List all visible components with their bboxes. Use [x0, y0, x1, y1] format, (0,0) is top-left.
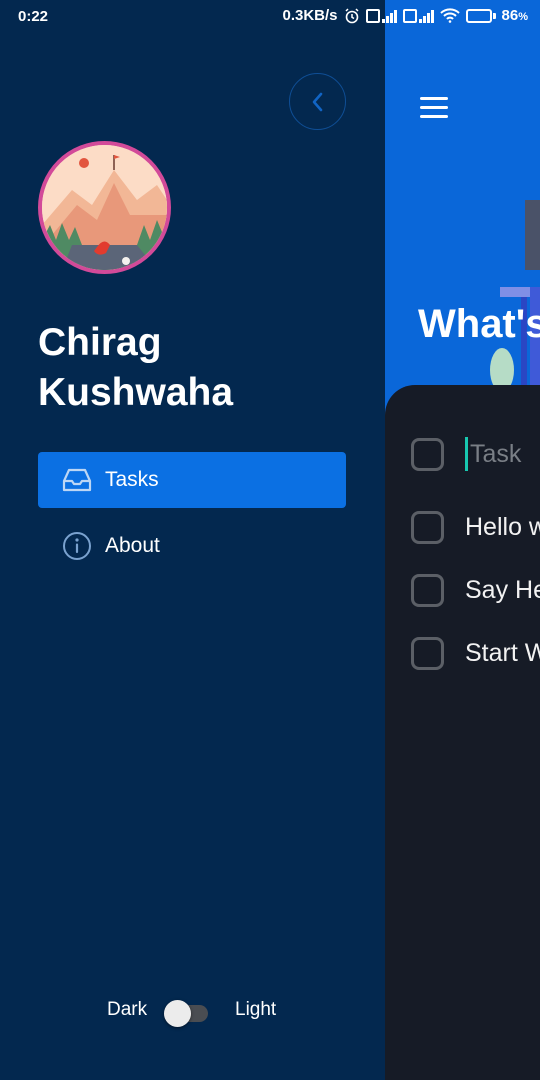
alarm-icon	[345, 7, 359, 23]
status-icons: 0.3KB/s 86%	[283, 7, 529, 24]
sim-signal-icon	[365, 8, 397, 23]
nav-item-label: Tasks	[105, 468, 159, 491]
nav-item-about[interactable]: About	[38, 518, 346, 574]
task-row[interactable]: Hello w	[411, 509, 540, 545]
task-checkbox[interactable]	[411, 573, 444, 607]
task-input[interactable]: Task	[465, 437, 521, 471]
close-drawer-button[interactable]	[289, 73, 346, 130]
task-text: Hello w	[465, 512, 540, 541]
task-row[interactable]: Say He	[411, 572, 540, 608]
task-text: Start W	[465, 638, 540, 667]
info-circle-icon	[61, 530, 93, 562]
task-list-sheet: Task Hello w Say He Start W	[385, 385, 540, 1080]
sim-signal-icon	[402, 8, 434, 23]
hamburger-menu-icon[interactable]	[420, 97, 448, 121]
light-label: Light	[235, 999, 277, 1020]
navigation-drawer: Chirag Kushwaha Tasks About Dark Light	[0, 0, 385, 1080]
wifi-icon	[439, 8, 460, 23]
profile-name: Chirag Kushwaha	[38, 321, 234, 414]
new-task-row: Task	[411, 436, 521, 472]
page-heading: What's	[418, 302, 540, 346]
nav-item-tasks[interactable]: Tasks	[38, 452, 346, 508]
status-time: 0:22	[18, 8, 49, 25]
main-screen: What's Task Hello w Say He Start W	[385, 0, 540, 1080]
theme-toggle-row: Dark Light	[0, 990, 385, 1030]
theme-switch[interactable]	[164, 996, 210, 1027]
battery-icon	[465, 8, 496, 23]
nav-item-label: About	[105, 534, 160, 557]
avatar	[38, 141, 171, 274]
task-text: Say He	[465, 575, 540, 604]
new-task-checkbox[interactable]	[411, 437, 444, 471]
dark-label: Dark	[107, 999, 148, 1020]
task-checkbox[interactable]	[411, 510, 444, 544]
task-row[interactable]: Start W	[411, 635, 540, 671]
header-illustration	[490, 200, 540, 400]
inbox-tray-icon	[61, 464, 93, 496]
mountain-avatar-image	[42, 145, 167, 270]
status-bar: 0:22 0.3KB/s 86%	[0, 0, 540, 34]
battery-percent: 86%	[501, 7, 528, 24]
task-checkbox[interactable]	[411, 636, 444, 670]
network-speed: 0.3KB/s	[282, 7, 338, 24]
chevron-left-icon	[312, 92, 322, 111]
